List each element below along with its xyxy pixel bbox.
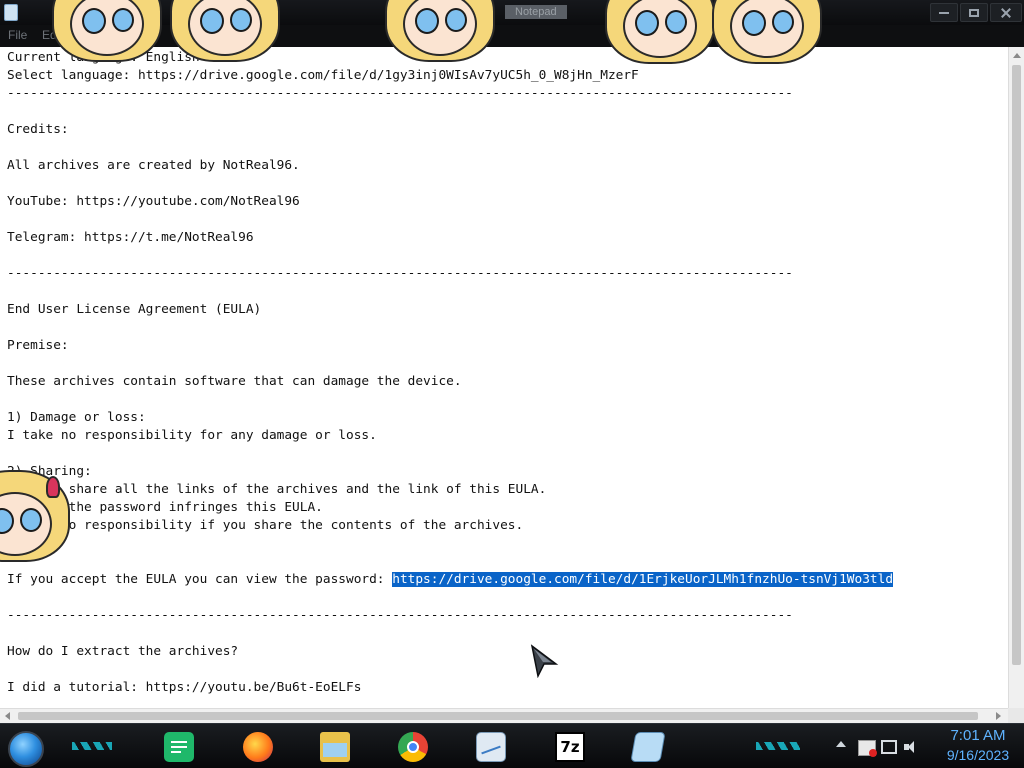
scroll-left-arrow-icon[interactable] [5,712,10,720]
editor-line: If you accept the EULA you can view the … [7,571,894,589]
text-editor[interactable]: Current language: EnglishSelect language… [0,47,1008,708]
network-icon[interactable] [881,740,897,754]
character-sticker [385,0,495,65]
7zip-icon[interactable]: 7z [555,732,585,762]
firefox-icon[interactable] [243,732,273,762]
horizontal-scrollbar[interactable] [0,708,1008,723]
character-sticker [712,0,822,67]
character-sticker [52,0,162,65]
mouse-cursor-icon [530,644,559,678]
character-sticker [0,470,70,565]
task-manager-icon[interactable] [476,732,506,762]
taskbar-decoration [756,742,800,750]
character-sticker [170,0,280,65]
clock-date[interactable]: 9/16/2023 [938,747,1018,763]
editor-line: I take no responsibility for any damage … [7,428,377,443]
scroll-corner [1008,708,1024,723]
editor-line: All archives are created by NotReal96. [7,158,300,173]
chrome-icon[interactable] [398,732,428,762]
editor-line: 1) Damage or loss: [7,410,146,425]
minimize-button[interactable] [930,3,958,22]
show-hidden-icons-icon[interactable] [836,741,846,747]
editor-line: I did a tutorial: https://youtu.be/Bu6t-… [7,680,362,695]
action-center-icon[interactable] [858,740,877,757]
editor-line: Premise: [7,338,69,353]
editor-line: ----------------------------------------… [7,266,793,281]
clock-time[interactable]: 7:01 AM [938,727,1018,744]
taskbar-decoration [72,742,112,750]
editor-line: You can share all the links of the archi… [7,482,547,497]
window-title: Notepad [505,5,567,19]
password-prompt-text: If you accept the EULA you can view the … [7,572,393,587]
scroll-up-arrow-icon[interactable] [1013,53,1021,58]
volume-icon[interactable] [904,740,920,754]
scroll-right-arrow-icon[interactable] [996,712,1001,720]
start-button[interactable] [8,731,44,767]
menu-file[interactable]: File [8,28,27,42]
google-docs-icon[interactable] [164,732,194,762]
editor-line: ----------------------------------------… [7,608,793,623]
vertical-scrollbar[interactable] [1008,47,1024,708]
editor-line: How do I extract the archives? [7,644,239,659]
editor-line: Telegram: https://t.me/NotReal96 [7,230,254,245]
character-sticker [605,0,715,67]
horizontal-scroll-thumb[interactable] [18,712,978,720]
notepad-icon[interactable] [630,732,666,762]
editor-line: YouTube: https://youtube.com/NotReal96 [7,194,300,209]
maximize-button[interactable] [960,3,988,22]
editor-line: I take no responsibility if you share th… [7,518,524,533]
selected-password-link[interactable]: https://drive.google.com/file/d/1ErjkeUo… [392,572,894,587]
editor-line: Select language: https://drive.google.co… [7,68,639,83]
vertical-scroll-thumb[interactable] [1012,65,1021,665]
close-button[interactable] [990,3,1022,22]
file-explorer-icon[interactable] [320,732,350,762]
editor-line: ----------------------------------------… [7,86,793,101]
editor-line: These archives contain software that can… [7,374,462,389]
editor-line: End User License Agreement (EULA) [7,302,262,317]
editor-line: Credits: [7,122,69,137]
notepad-app-icon [4,4,18,21]
